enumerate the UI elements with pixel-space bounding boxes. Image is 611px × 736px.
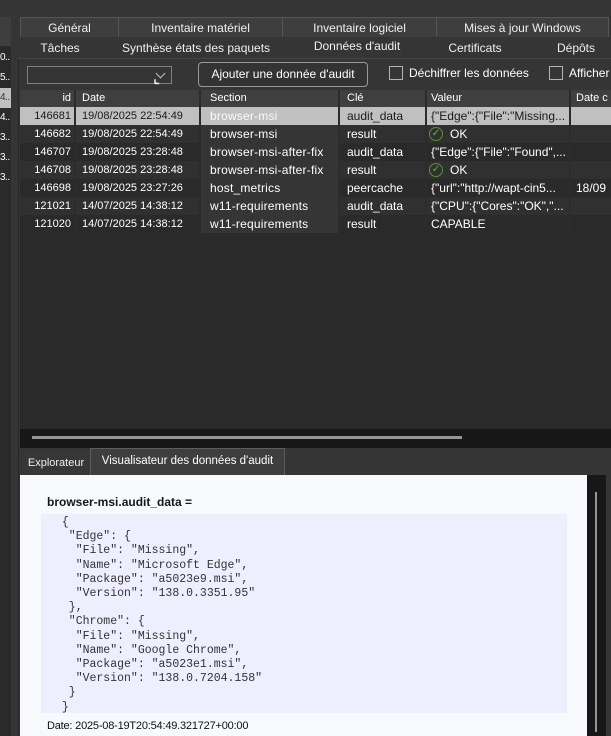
cell-cle: audit_data xyxy=(347,143,403,161)
vertical-scrollbar-thumb[interactable] xyxy=(595,492,597,732)
column-header-valeur[interactable]: Valeur xyxy=(431,90,462,107)
cell-id: 146682 xyxy=(20,125,71,143)
audit-filter-combobox[interactable]: ⌄ xyxy=(27,66,172,84)
cell-id: 121020 xyxy=(20,215,71,233)
cell-id: 146707 xyxy=(20,143,71,161)
json-value-block: { "Edge": { "File": "Missing", "Name": "… xyxy=(41,514,567,713)
decrypt-data-checkbox[interactable] xyxy=(389,66,403,80)
tab-explorateur[interactable]: Explorateur xyxy=(22,452,90,475)
cell-section: w11-requirements xyxy=(210,215,308,233)
cell-date: 14/07/2025 14:38:12 xyxy=(82,197,183,215)
host-list-peek-row[interactable]: 3.. xyxy=(0,148,11,168)
show-checkbox[interactable] xyxy=(549,66,563,80)
column-header-section[interactable]: Section xyxy=(210,90,247,107)
cell-date: 19/08/2025 23:28:48 xyxy=(82,161,183,179)
cell-section: browser-msi-after-fix xyxy=(210,143,324,161)
audit-table-row[interactable]: 146681 19/08/2025 22:54:49 browser-msi audi… xyxy=(20,107,611,125)
cell-section: w11-requirements xyxy=(210,197,308,215)
tab-certificats[interactable]: Certificats xyxy=(448,38,501,58)
tab-taches[interactable]: Tâches xyxy=(40,38,79,58)
cell-date: 19/08/2025 22:54:49 xyxy=(82,125,183,143)
add-audit-data-button[interactable]: Ajouter une donnée d'audit xyxy=(198,62,368,87)
audit-table-header[interactable]: id Date Section Clé Valeur Date c xyxy=(20,90,611,107)
tab-depots[interactable]: Dépôts xyxy=(557,38,595,58)
cell-cle: audit_data xyxy=(347,107,403,125)
cell-id: 146681 xyxy=(20,107,71,125)
tab-visualisateur-donnees-audit[interactable]: Visualisateur des données d'audit xyxy=(90,448,285,475)
cell-valeur: CAPABLE xyxy=(431,215,485,233)
host-list-peek-row[interactable]: 5.. xyxy=(0,68,11,88)
tab-inventaire-materiel[interactable]: Inventaire matériel xyxy=(119,17,283,37)
cell-cle: result xyxy=(347,125,376,143)
host-list-peek-row[interactable]: 4.. xyxy=(0,108,11,128)
cell-section: browser-msi xyxy=(210,125,278,143)
column-separator xyxy=(199,107,201,233)
tab-general[interactable]: Général xyxy=(20,17,119,37)
column-header-id[interactable]: id xyxy=(20,90,71,107)
audit-table-row[interactable]: 121020 14/07/2025 14:38:12 w11-requirement… xyxy=(20,215,611,233)
column-separator xyxy=(425,107,427,233)
show-label[interactable]: Afficher xyxy=(569,66,609,80)
host-list-peek: 0..5..4..4..3..3..3.. xyxy=(0,46,11,736)
cell-valeur: OK xyxy=(450,161,467,179)
horizontal-scrollbar[interactable] xyxy=(20,429,611,448)
audit-table-row[interactable]: 146707 19/08/2025 23:28:48 browser-msi-aft… xyxy=(20,143,611,161)
cell-cle: result xyxy=(347,215,376,233)
cell-date: 14/07/2025 14:38:12 xyxy=(82,215,183,233)
audit-data-viewer-panel: browser-msi.audit_data = { "Edge": { "Fi… xyxy=(20,475,587,736)
cell-id: 146698 xyxy=(20,179,71,197)
cell-section: browser-msi-after-fix xyxy=(210,161,324,179)
audit-table-body: 146681 19/08/2025 22:54:49 browser-msi audi… xyxy=(20,107,611,233)
column-header-cle[interactable]: Clé xyxy=(347,90,364,107)
cell-cle: peercache xyxy=(347,179,403,197)
audit-table-row[interactable]: 121021 14/07/2025 14:38:12 w11-requirement… xyxy=(20,197,611,215)
tab-inventaire-logiciel[interactable]: Inventaire logiciel xyxy=(283,17,437,37)
cell-cle: result xyxy=(347,161,376,179)
column-separator xyxy=(338,107,340,233)
cell-valeur: {"Edge":{"File":"Missing... xyxy=(431,107,565,125)
chevron-down-icon: ⌄ xyxy=(156,69,166,79)
cell-id: 121021 xyxy=(20,197,71,215)
ok-check-icon: ✓ xyxy=(429,163,443,177)
column-separator xyxy=(569,107,571,233)
cell-id: 146708 xyxy=(20,161,71,179)
column-header-date-c[interactable]: Date c xyxy=(576,90,608,107)
tab-synthese-etats-paquets[interactable]: Synthèse états des paquets xyxy=(122,38,270,58)
tab-page-top-border xyxy=(18,58,611,59)
panel-left-border xyxy=(18,58,19,736)
ok-check-icon: ✓ xyxy=(429,127,443,141)
cell-date-creation: 18/09 xyxy=(576,179,606,197)
horizontal-scrollbar-thumb[interactable] xyxy=(32,436,462,439)
cell-valeur: {"Edge":{"File":"Found",... xyxy=(431,143,566,161)
host-list-peek-row[interactable]: 0.. xyxy=(0,48,11,68)
column-separator xyxy=(74,107,76,233)
viewer-heading: browser-msi.audit_data = xyxy=(47,495,192,509)
cell-date: 19/08/2025 23:28:48 xyxy=(82,143,183,161)
cell-section: host_metrics xyxy=(210,179,280,197)
tab-donnees-audit[interactable]: Données d'audit xyxy=(314,36,400,56)
vertical-scrollbar[interactable] xyxy=(587,475,606,736)
viewer-date-line: Date: 2025-08-19T20:54:49.321727+00:00 xyxy=(47,720,248,732)
host-list-peek-row[interactable]: 3.. xyxy=(0,168,11,188)
audit-table-empty-area xyxy=(20,233,611,429)
audit-table-row[interactable]: 146708 19/08/2025 23:28:48 browser-msi-aft… xyxy=(20,161,611,179)
json-value-text: { "Edge": { "File": "Missing", "Name": "… xyxy=(41,514,567,715)
cell-section: browser-msi xyxy=(210,107,278,125)
cell-date: 19/08/2025 22:54:49 xyxy=(82,107,183,125)
host-list-peek-row[interactable]: 3.. xyxy=(0,128,11,148)
audit-table-row[interactable]: 146698 19/08/2025 23:27:26 host_metrics pee… xyxy=(20,179,611,197)
tab-mises-a-jour-windows[interactable]: Mises à jour Windows xyxy=(437,17,609,37)
cell-valeur: {"CPU":{"Cores":"OK","... xyxy=(431,197,564,215)
cell-valeur: OK xyxy=(450,125,467,143)
column-header-date[interactable]: Date xyxy=(82,90,105,107)
cell-cle: audit_data xyxy=(347,197,403,215)
cell-date: 19/08/2025 23:27:26 xyxy=(82,179,183,197)
host-list-peek-row[interactable]: 4.. xyxy=(0,88,11,108)
cell-valeur: {"url":"http://wapt-cin5... xyxy=(431,179,556,197)
decrypt-data-label[interactable]: Déchiffrer les données xyxy=(409,66,529,80)
audit-table-row[interactable]: 146682 19/08/2025 22:54:49 browser-msi resu… xyxy=(20,125,611,143)
host-list-header-peek xyxy=(0,17,11,46)
